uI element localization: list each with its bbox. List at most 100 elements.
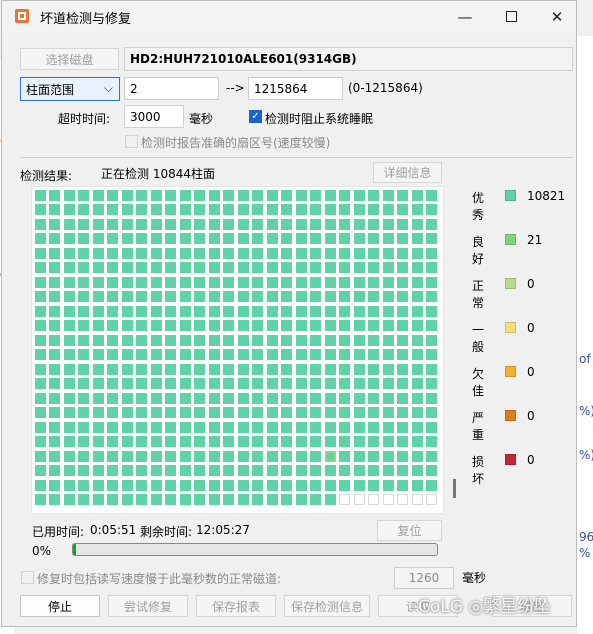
close-window-button[interactable]: ✕ xyxy=(534,1,580,32)
grid-cell xyxy=(165,320,176,331)
grid-cell xyxy=(107,494,118,505)
maximize-button[interactable] xyxy=(488,1,534,32)
grid-cell xyxy=(107,305,118,317)
grid-cell xyxy=(194,436,205,447)
grid-cell xyxy=(136,305,147,317)
grid-cell xyxy=(150,363,162,375)
grid-cell xyxy=(49,189,60,201)
grid-cell xyxy=(397,189,408,201)
stop-button[interactable]: 停止 xyxy=(20,595,100,617)
grid-cell xyxy=(34,276,46,288)
include-slow-tracks-checkbox[interactable] xyxy=(21,571,34,584)
save-report-button[interactable]: 保存报表 xyxy=(196,595,276,617)
grid-cell xyxy=(281,189,292,201)
try-repair-button[interactable]: 尝试修复 xyxy=(108,595,188,617)
grid-cell xyxy=(368,450,379,462)
grid-cell xyxy=(339,479,350,491)
grid-cell xyxy=(295,349,307,360)
grid-cell xyxy=(165,436,176,447)
grid-cell xyxy=(63,392,75,404)
report-sectors-checkbox[interactable] xyxy=(125,135,138,148)
grid-cell xyxy=(208,334,220,346)
include-slow-tracks-label: 修复时包括读写速度慢于此毫秒数的正常磁道: xyxy=(37,572,282,586)
grid-cell xyxy=(49,363,60,375)
select-disk-button[interactable]: 选择磁盘 xyxy=(20,48,119,70)
grid-cell xyxy=(63,349,75,360)
grid-cell xyxy=(92,479,104,491)
grid-cell xyxy=(382,305,394,317)
grid-cell xyxy=(324,465,336,476)
grid-cell xyxy=(426,305,437,317)
grid-cell xyxy=(121,479,133,491)
grid-cell xyxy=(353,407,365,418)
grid-cell xyxy=(34,305,46,317)
grid-cell xyxy=(324,204,336,215)
grid-cell xyxy=(121,189,133,201)
grid-cell xyxy=(310,262,321,273)
grid-cell xyxy=(368,334,379,346)
grid-cell xyxy=(252,233,263,244)
grid-cell xyxy=(368,262,379,273)
grid-cell xyxy=(165,450,176,462)
grid-cell xyxy=(121,291,133,302)
grid-cell xyxy=(136,189,147,201)
grid-cell xyxy=(208,262,220,273)
range-start-input[interactable]: 2 xyxy=(124,77,219,100)
grid-cell xyxy=(107,450,118,462)
grid-cell xyxy=(150,233,162,244)
grid-cell xyxy=(136,233,147,244)
grid-cell xyxy=(411,363,423,375)
slow-threshold-input[interactable]: 1260 xyxy=(394,567,454,589)
timeout-input[interactable]: 3000 xyxy=(124,105,184,128)
minimize-button[interactable]: — xyxy=(442,1,488,32)
title-bar[interactable]: 坏道检测与修复 — ✕ xyxy=(2,1,576,32)
range-end-input[interactable]: 1215864 xyxy=(248,77,343,100)
grid-scrollbar[interactable] xyxy=(453,479,456,498)
grid-cell xyxy=(368,392,379,404)
grid-cell xyxy=(266,407,278,418)
grid-cell xyxy=(252,378,263,389)
legend-count: 0 xyxy=(527,321,535,335)
grid-cell xyxy=(295,262,307,273)
grid-cell xyxy=(63,189,75,201)
grid-cell xyxy=(237,218,249,230)
grid-cell xyxy=(368,276,379,288)
grid-cell xyxy=(78,436,89,447)
grid-cell xyxy=(324,392,336,404)
grid-cell xyxy=(34,479,46,491)
grid-cell xyxy=(179,276,191,288)
grid-cell xyxy=(208,436,220,447)
grid-cell xyxy=(107,407,118,418)
grid-cell xyxy=(324,407,336,418)
grid-cell xyxy=(397,320,408,331)
range-hint: (0-1215864) xyxy=(348,81,423,95)
grid-cell xyxy=(353,189,365,201)
grid-cell xyxy=(382,479,394,491)
grid-cell xyxy=(92,392,104,404)
grid-cell xyxy=(150,378,162,389)
grid-cell xyxy=(165,392,176,404)
range-mode-select[interactable]: 柱面范围 ⌵ xyxy=(20,77,120,101)
grid-cell xyxy=(411,334,423,346)
grid-cell xyxy=(78,392,89,404)
grid-cell xyxy=(121,494,133,505)
grid-cell xyxy=(223,320,234,331)
grid-cell xyxy=(237,363,249,375)
save-info-button[interactable]: 保存检测信息 xyxy=(284,595,370,617)
report-sectors-label: 检测时报告准确的扇区号(速度较慢) xyxy=(141,136,331,150)
grid-cell xyxy=(78,305,89,317)
grid-cell xyxy=(397,334,408,346)
grid-cell xyxy=(136,392,147,404)
grid-cell xyxy=(266,349,278,360)
grid-cell xyxy=(49,218,60,230)
prevent-sleep-checkbox[interactable]: ✓ xyxy=(249,110,262,123)
grid-cell xyxy=(266,189,278,201)
details-button[interactable]: 详细信息 xyxy=(373,162,442,183)
grid-cell xyxy=(194,494,205,505)
grid-cell xyxy=(78,479,89,491)
grid-cell xyxy=(136,276,147,288)
reset-button[interactable]: 复位 xyxy=(377,520,442,541)
grid-cell xyxy=(78,233,89,244)
grid-cell xyxy=(382,421,394,433)
grid-cell xyxy=(92,334,104,346)
